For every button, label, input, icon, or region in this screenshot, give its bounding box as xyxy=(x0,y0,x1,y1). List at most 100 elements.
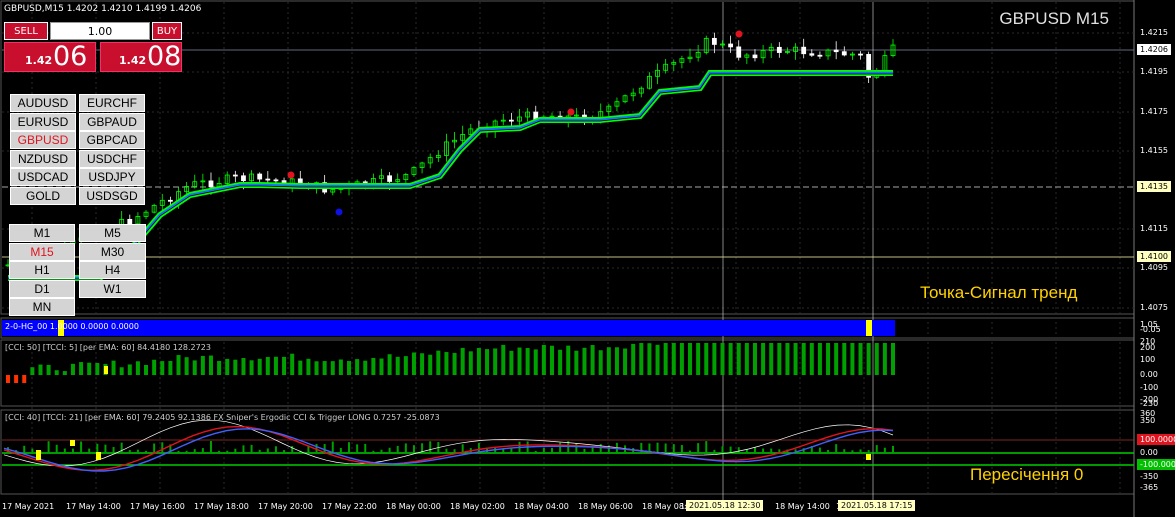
symbol-button-gbpusd[interactable]: GBPUSD xyxy=(10,131,76,150)
indicator2-bar xyxy=(882,343,887,375)
indicator2-bar xyxy=(549,345,554,375)
indicator2-bar xyxy=(558,349,563,375)
symbol-button-usdjpy[interactable]: USDJPY xyxy=(79,168,145,187)
symbol-button-gbpcad[interactable]: GBPCAD xyxy=(79,131,145,150)
indicator2-bar xyxy=(720,343,725,375)
candle-body xyxy=(508,119,514,122)
indicator2-bar xyxy=(533,349,538,375)
indicator2-bar xyxy=(517,347,522,375)
indicator2-bar xyxy=(842,343,847,375)
indicator2-bar xyxy=(574,350,579,375)
symbol-button-nzdusd[interactable]: NZDUSD xyxy=(10,149,76,168)
timeframe-button-d1[interactable]: D1 xyxy=(9,279,75,298)
indicator2-bar xyxy=(87,362,92,375)
time-axis-label: 18 May 06:00 xyxy=(578,502,633,511)
indicator2-axis-label: 200 xyxy=(1140,343,1156,352)
indicator2-bar xyxy=(168,360,173,375)
indicator2-label: [CCI: 50] [TCCI: 5] [per EMA: 60] 84.418… xyxy=(5,343,211,352)
timeframe-button-w1[interactable]: W1 xyxy=(79,279,146,298)
candle-body xyxy=(167,199,173,202)
buy-button[interactable]: BUY xyxy=(152,22,182,40)
indicator2-bar xyxy=(436,350,441,375)
time-axis-label: 17 May 14:00 xyxy=(66,502,121,511)
symbol-title: GBPUSD M15 xyxy=(999,9,1109,28)
indicator2-bar xyxy=(736,343,741,375)
time-axis-label: 18 May 14:00 xyxy=(775,502,830,511)
indicator1-label: 2-0-HG_00 1.0000 0.0000 0.0000 xyxy=(5,322,139,331)
indicator2-bar xyxy=(468,351,473,375)
indicator2-axis-label: 0.00 xyxy=(1140,370,1158,379)
lot-size-input[interactable]: 1.00 xyxy=(50,22,150,40)
signal-dot-red xyxy=(567,108,575,116)
indicator2-bar xyxy=(485,349,490,375)
trigger-line xyxy=(3,425,894,472)
symbol-button-gbpaud[interactable]: GBPAUD xyxy=(79,112,145,131)
timeframe-button-m15[interactable]: M15 xyxy=(9,242,75,261)
indicator2-bar xyxy=(411,352,416,375)
sell-button[interactable]: SELL xyxy=(4,22,48,40)
indicator2-bar xyxy=(891,343,895,375)
price-axis-label: 1.4195 xyxy=(1140,67,1168,76)
indicator2-bar xyxy=(801,343,806,375)
indicator2-bar xyxy=(265,356,270,375)
indicator2-bar xyxy=(688,343,693,375)
timeframe-button-m1[interactable]: M1 xyxy=(9,224,75,242)
indicator2-bar xyxy=(314,361,319,375)
indicator2-bar xyxy=(712,343,717,375)
price-axis-label: 1.4095 xyxy=(1140,263,1168,272)
indicator2-bar xyxy=(46,364,51,375)
indicator2-bar xyxy=(6,375,10,383)
indicator2-bar xyxy=(249,360,254,375)
indicator2-bar xyxy=(217,360,222,375)
symbol-button-eurusd[interactable]: EURUSD xyxy=(10,112,76,131)
indicator2-bar xyxy=(809,343,814,375)
indicator2-bar xyxy=(866,343,871,375)
time-highlight-label: 2021.05.18 17:15 xyxy=(838,500,916,511)
indicator2-bar xyxy=(728,343,733,375)
symbol-button-usdsgd[interactable]: USDSGD xyxy=(79,187,145,205)
timeframe-button-h1[interactable]: H1 xyxy=(9,261,75,279)
buy-price-box[interactable]: 1.42 08 xyxy=(100,42,182,72)
indicator2-bar xyxy=(623,348,628,375)
indicator2-bar xyxy=(282,356,287,375)
candle-body xyxy=(809,53,815,56)
indicator2-bar xyxy=(111,360,116,375)
symbol-button-usdcad[interactable]: USDCAD xyxy=(10,168,76,187)
indicator2-bar xyxy=(704,343,709,375)
cci-line xyxy=(3,419,894,467)
timeframe-button-m30[interactable]: M30 xyxy=(79,242,146,261)
indicator2-bar xyxy=(257,358,262,375)
indicator2-bar xyxy=(785,343,790,375)
symbol-button-eurchf[interactable]: EURCHF xyxy=(79,94,145,112)
price-axis-label: 1.4175 xyxy=(1140,107,1168,116)
indicator2-bar xyxy=(387,354,392,375)
symbol-button-gold[interactable]: GOLD xyxy=(10,187,76,205)
symbol-button-usdchf[interactable]: USDCHF xyxy=(79,149,145,168)
indicator2-bar xyxy=(501,344,506,375)
symbol-button-audusd[interactable]: AUDUSD xyxy=(10,94,76,112)
indicator2-bar xyxy=(22,375,27,383)
indicator2-bar xyxy=(606,347,611,375)
price-highlight-label: 1.4100 xyxy=(1137,251,1171,262)
indicator2-bar xyxy=(363,360,368,375)
indicator2-bar xyxy=(298,360,303,375)
indicator2-bar xyxy=(160,361,165,375)
chart-header: GBPUSD,M15 1.4202 1.4210 1.4199 1.4206 xyxy=(4,4,202,14)
indicator2-bar xyxy=(566,345,571,375)
indicator2-bar xyxy=(119,367,124,375)
time-axis-label: 18 May 00:00 xyxy=(386,502,441,511)
timeframe-button-h4[interactable]: H4 xyxy=(79,261,146,279)
indicator2-bar xyxy=(144,364,149,375)
price-highlight-label: 1.4135 xyxy=(1137,181,1171,192)
indicator2-bar xyxy=(428,354,433,375)
timeframe-button-mn[interactable]: MN xyxy=(9,298,75,316)
indicator2-bar xyxy=(54,370,59,375)
sell-price-big: 06 xyxy=(53,41,88,72)
indicator2-bar xyxy=(452,352,457,375)
indicator3-yellow-mark xyxy=(36,450,41,460)
indicator2-bar xyxy=(476,348,481,375)
timeframe-button-m5[interactable]: M5 xyxy=(79,224,146,242)
indicator2-bar xyxy=(582,347,587,375)
sell-price-box[interactable]: 1.42 06 xyxy=(4,42,96,72)
indicator2-bar xyxy=(679,343,684,375)
